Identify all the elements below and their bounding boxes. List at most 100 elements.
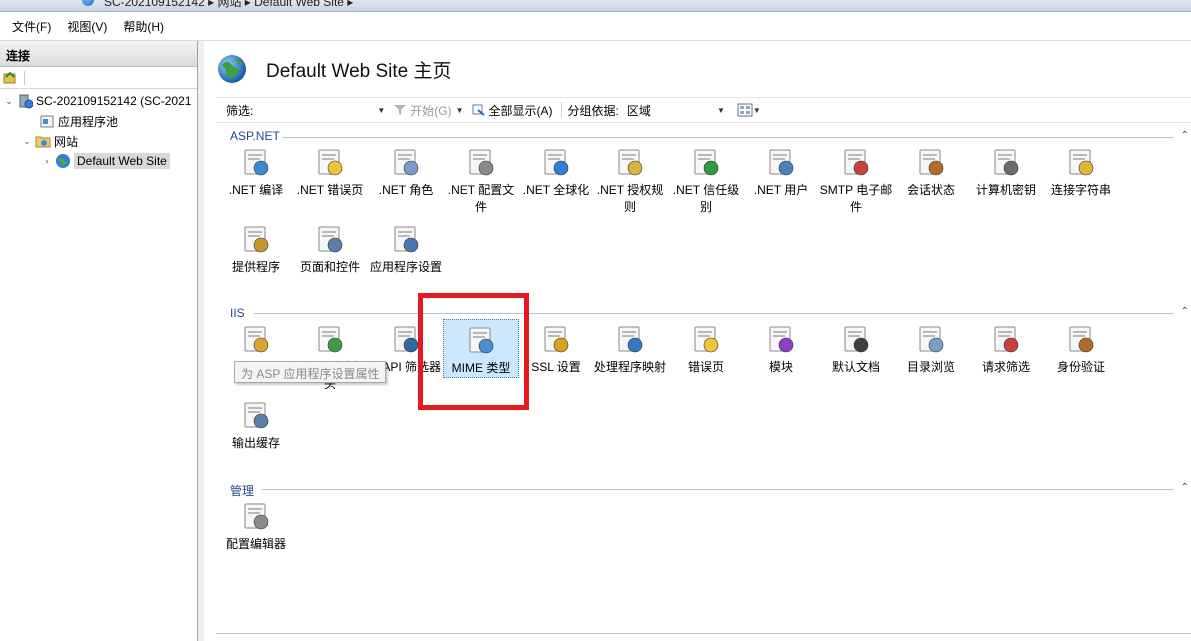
feature-tile-dotnet-trust-levels[interactable]: .NET 信任级别 xyxy=(668,142,744,216)
group-divider xyxy=(254,313,1174,314)
feature-tile-error-pages[interactable]: 错误页 xyxy=(668,319,744,376)
tree-node-app-pools[interactable]: 应用程序池 xyxy=(26,111,118,131)
tooltip: 为 ASP 应用程序设置属性 xyxy=(234,361,387,383)
toolbar-separator xyxy=(24,71,25,85)
app-pool-icon xyxy=(40,115,54,128)
filter-label: 筛选: xyxy=(226,103,254,118)
view-mode-button[interactable]: ▼ xyxy=(737,103,765,117)
show-all-button[interactable]: 全部显示(A) xyxy=(468,99,557,121)
page-header: Default Web Site 主页 xyxy=(216,51,452,87)
connection-strings-icon xyxy=(1069,149,1094,176)
feature-tile-smtp-email[interactable]: SMTP 电子邮件 xyxy=(818,142,894,216)
handler-mappings-icon xyxy=(618,326,643,353)
menu-view[interactable]: 视图(V) xyxy=(59,15,115,38)
feature-label: SSL 设置 xyxy=(531,360,581,374)
feature-tile-request-filtering[interactable]: 请求筛选 xyxy=(968,319,1044,376)
tree-node-server[interactable]: ⌄ SC-202109152142 (SC-2021 xyxy=(4,91,191,111)
start-filter-label: 开始(G) xyxy=(410,103,452,118)
feature-label: .NET 信任级别 xyxy=(672,183,740,214)
providers-icon xyxy=(244,226,269,253)
feature-tile-providers[interactable]: 提供程序 xyxy=(218,219,294,276)
smtp-email-icon xyxy=(844,149,869,176)
collapse-manage-icon[interactable]: ⌃ xyxy=(1181,482,1189,493)
tree-expander[interactable]: › xyxy=(42,156,52,166)
group-divider xyxy=(282,137,1174,138)
modules-icon xyxy=(769,326,794,353)
feature-tile-dotnet-roles[interactable]: .NET 角色 xyxy=(368,142,444,199)
app-settings-icon xyxy=(394,226,419,253)
feature-tile-configuration-editor[interactable]: 配置编辑器 xyxy=(218,496,294,553)
connections-pane: 连接 ⌄ SC-202109152142 (SC-2021 应用程序池 ⌄ 网站… xyxy=(0,41,198,641)
feature-tile-ssl-settings[interactable]: SSL 设置 xyxy=(518,319,594,376)
start-filter-button[interactable]: 开始(G) xyxy=(389,99,455,121)
feature-tile-session-state[interactable]: 会话状态 xyxy=(893,142,969,199)
feature-label: .NET 全球化 xyxy=(522,183,590,197)
feature-tile-dotnet-profile[interactable]: .NET 配置文件 xyxy=(443,142,519,216)
tree-node-sites[interactable]: ⌄ 网站 xyxy=(22,131,78,151)
group-by-value: 区域 xyxy=(626,103,651,118)
tree-label: SC-202109152142 (SC-2021 xyxy=(36,94,192,108)
tree-label: 应用程序池 xyxy=(58,114,119,129)
dotnet-compile-icon xyxy=(244,149,269,176)
start-dropdown-icon[interactable]: ▼ xyxy=(456,106,464,115)
ssl-settings-icon xyxy=(544,326,569,353)
tree-expander[interactable]: ⌄ xyxy=(4,96,14,107)
collapse-iis-icon[interactable]: ⌃ xyxy=(1181,306,1189,317)
feature-tile-handler-mappings[interactable]: 处理程序映射 xyxy=(592,319,668,376)
feature-tile-mime-types[interactable]: MIME 类型 xyxy=(443,319,519,378)
feature-tile-pages-controls[interactable]: 页面和控件 xyxy=(292,219,368,276)
feature-label: 处理程序映射 xyxy=(593,360,666,374)
address-breadcrumb[interactable]: SC-202109152142 ▸ 网站 ▸ Default Web Site … xyxy=(104,0,353,10)
feature-tile-authentication[interactable]: 身份验证 xyxy=(1043,319,1119,376)
http-response-headers-icon xyxy=(318,326,343,353)
view-grid-icon xyxy=(737,103,753,117)
feature-label: 身份验证 xyxy=(1056,360,1105,374)
server-icon xyxy=(19,94,33,109)
menu-file[interactable]: 文件(F) xyxy=(4,15,59,38)
feature-tile-dotnet-error-pages[interactable]: .NET 错误页 xyxy=(292,142,368,199)
feature-tile-dotnet-compile[interactable]: .NET 编译 xyxy=(218,142,294,199)
feature-label: 默认文档 xyxy=(831,360,880,374)
menu-help[interactable]: 帮助(H) xyxy=(115,15,172,38)
request-filtering-icon xyxy=(994,326,1019,353)
output-caching-icon xyxy=(244,402,269,429)
filter-dropdown-icon[interactable]: ▼ xyxy=(377,106,385,115)
dotnet-error-pages-icon xyxy=(318,149,343,176)
feature-tile-dotnet-globalization[interactable]: .NET 全球化 xyxy=(518,142,594,199)
feature-label: 页面和控件 xyxy=(299,260,360,274)
connect-icon[interactable] xyxy=(3,70,18,84)
feature-tile-app-settings[interactable]: 应用程序设置 xyxy=(368,219,444,276)
feature-label: .NET 错误页 xyxy=(296,183,364,197)
tree-label: Default Web Site xyxy=(74,153,170,169)
page-title: Default Web Site 主页 xyxy=(266,60,452,82)
feature-label: 连接字符串 xyxy=(1050,183,1111,197)
feature-tile-dotnet-authorization[interactable]: .NET 授权规则 xyxy=(592,142,668,216)
feature-tile-dotnet-users[interactable]: .NET 用户 xyxy=(743,142,819,199)
feature-tile-modules[interactable]: 模块 xyxy=(743,319,819,376)
feature-label: 应用程序设置 xyxy=(369,260,442,274)
feature-label: 错误页 xyxy=(687,360,724,374)
collapse-aspnet-icon[interactable]: ⌃ xyxy=(1181,130,1189,141)
feature-tile-directory-browsing[interactable]: 目录浏览 xyxy=(893,319,969,376)
feature-tile-connection-strings[interactable]: 连接字符串 xyxy=(1043,142,1119,199)
group-by-select[interactable]: 区域 ▼ xyxy=(623,102,733,119)
feature-tile-machine-key[interactable]: 计算机密钥 xyxy=(968,142,1044,199)
toolbar-separator xyxy=(560,102,562,118)
dotnet-roles-icon xyxy=(394,149,419,176)
sites-folder-icon xyxy=(35,136,51,148)
pages-controls-icon xyxy=(318,226,343,253)
machine-key-icon xyxy=(994,149,1019,176)
filter-input[interactable] xyxy=(257,100,378,120)
tree-expander[interactable]: ⌄ xyxy=(22,136,32,147)
dotnet-trust-levels-icon xyxy=(694,149,719,176)
mime-types-icon xyxy=(469,327,494,354)
feature-label: .NET 授权规则 xyxy=(596,183,664,214)
tree-node-default-web-site[interactable]: › Default Web Site xyxy=(42,151,170,171)
feature-tile-output-caching[interactable]: 输出缓存 xyxy=(218,395,294,452)
error-pages-icon xyxy=(694,326,719,353)
feature-label: MIME 类型 xyxy=(451,361,511,375)
feature-tile-default-document[interactable]: 默认文档 xyxy=(818,319,894,376)
feature-label: 目录浏览 xyxy=(906,360,955,374)
directory-browsing-icon xyxy=(919,326,944,353)
feature-label: .NET 配置文件 xyxy=(447,183,515,214)
